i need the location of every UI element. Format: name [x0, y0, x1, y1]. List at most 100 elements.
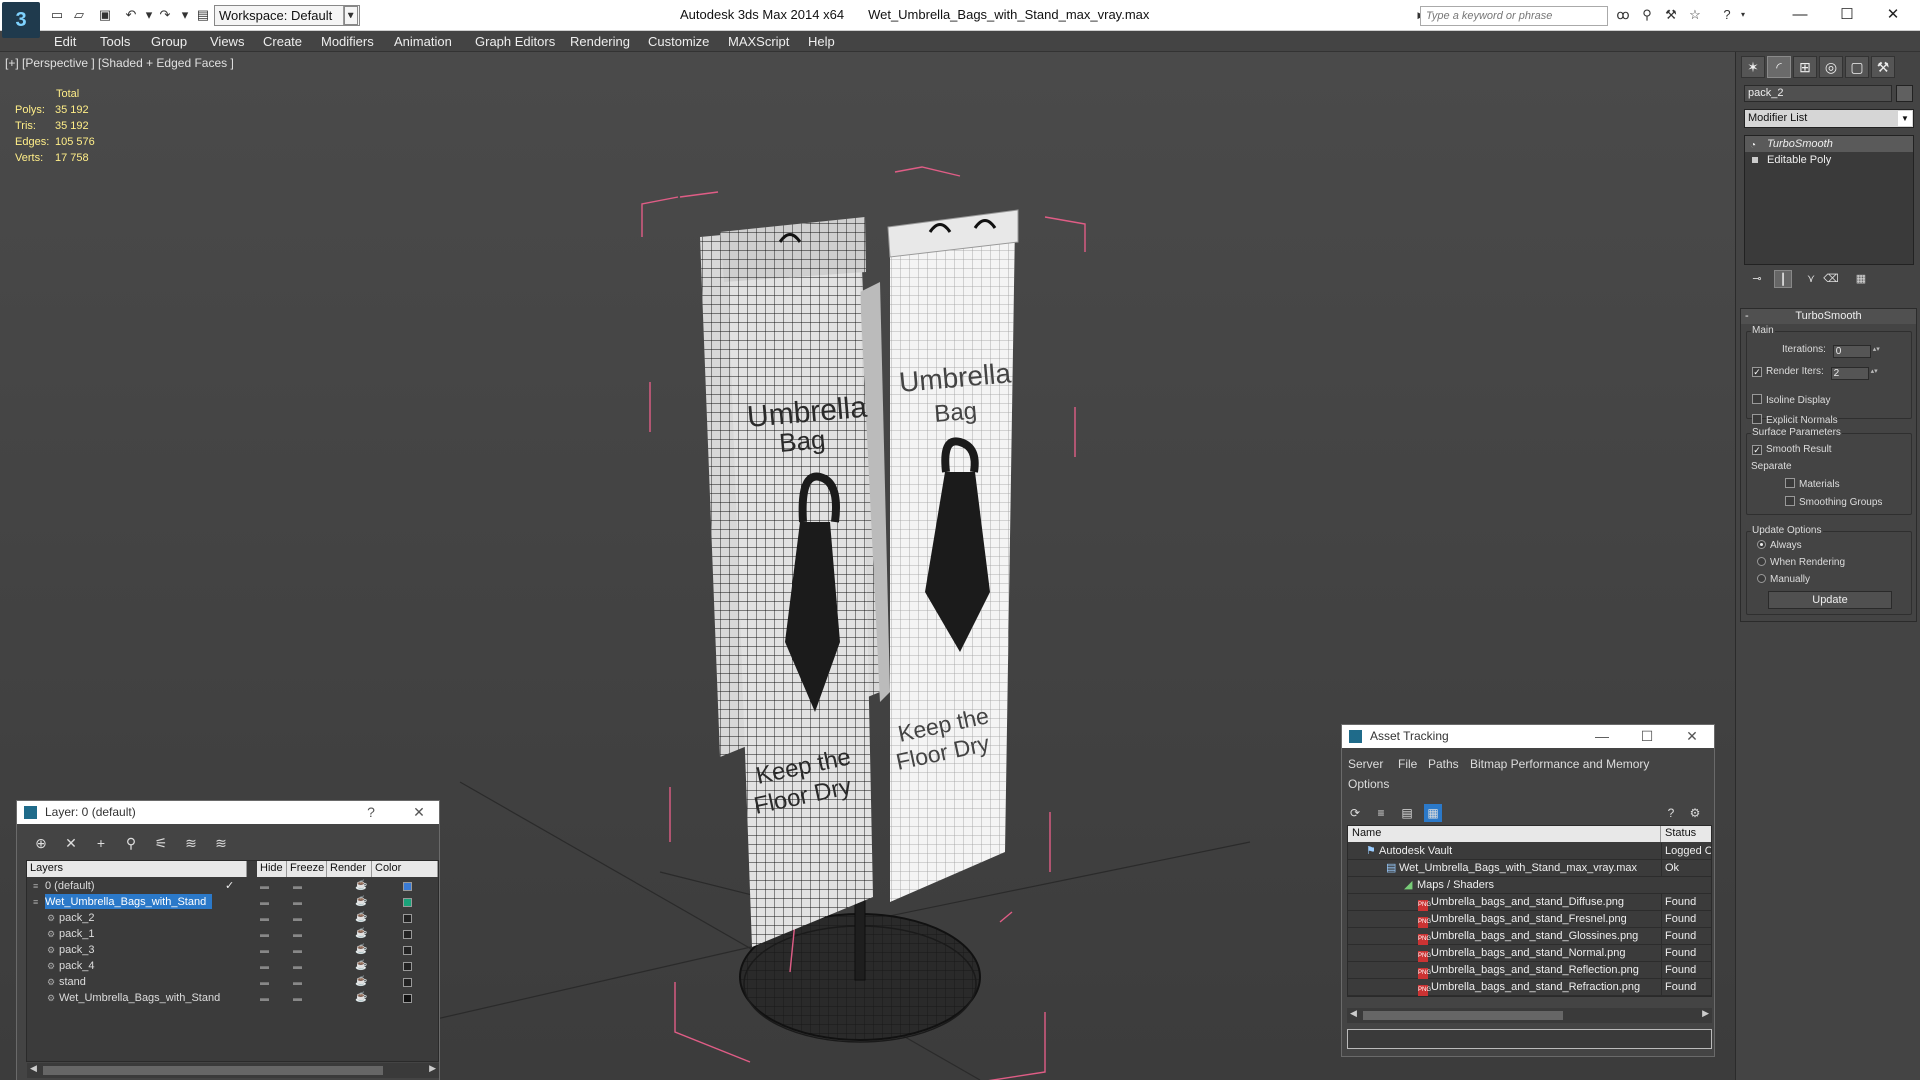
- motion-tab-icon[interactable]: ◎: [1819, 56, 1843, 78]
- settings-icon[interactable]: ⚙: [1686, 804, 1704, 822]
- scroll-left-icon[interactable]: ◀: [1350, 1008, 1357, 1019]
- freeze-toggle[interactable]: ▬: [293, 926, 302, 942]
- create-tab-icon[interactable]: ✶: [1741, 56, 1765, 78]
- isoline-display-checkbox[interactable]: [1752, 394, 1762, 404]
- menu-create[interactable]: Create: [263, 34, 302, 49]
- delete-layer-icon[interactable]: ✕: [61, 834, 81, 852]
- layer-row[interactable]: ⚙ pack_2 ▬ ▬ ☕: [27, 910, 438, 926]
- workspace-menu-icon[interactable]: ▼: [344, 6, 358, 25]
- layer-name[interactable]: pack_2: [59, 910, 100, 925]
- column-header-hide[interactable]: Hide: [257, 861, 287, 877]
- create-layer-icon[interactable]: ⊕: [31, 834, 51, 852]
- hide-toggle[interactable]: ▬: [260, 910, 269, 926]
- redo-dropdown-icon[interactable]: ▾: [176, 7, 194, 23]
- asset-row[interactable]: PNGUmbrella_bags_and_stand_Glossines.png…: [1348, 928, 1711, 945]
- layer-name[interactable]: 0 (default): [45, 878, 101, 893]
- update-manually-row[interactable]: Manually: [1757, 574, 1810, 585]
- column-header-status[interactable]: Status: [1661, 826, 1711, 842]
- freeze-toggle[interactable]: ▬: [293, 974, 302, 990]
- make-unique-icon[interactable]: ⋎: [1802, 270, 1820, 288]
- menu-bitmap-performance[interactable]: Bitmap Performance and Memory: [1470, 757, 1649, 771]
- object-color-swatch[interactable]: [1896, 85, 1913, 102]
- render-teapot-icon[interactable]: ☕: [355, 942, 367, 958]
- render-iters-checkbox[interactable]: ✓: [1752, 367, 1762, 377]
- highlight-selected-icon[interactable]: ⚟: [151, 834, 171, 852]
- active-layer-check[interactable]: ✓: [225, 878, 234, 894]
- scroll-right-icon[interactable]: ▶: [1702, 1008, 1709, 1019]
- project-folder-icon[interactable]: ▤: [194, 7, 212, 23]
- binoculars-icon[interactable]: ꝏ: [1614, 7, 1632, 23]
- menu-maxscript[interactable]: MAXScript: [728, 34, 789, 49]
- minimize-button[interactable]: —: [1785, 4, 1815, 26]
- smoothing-groups-row[interactable]: Smoothing Groups: [1785, 496, 1882, 508]
- freeze-toggle[interactable]: ▬: [293, 878, 302, 894]
- layer-row[interactable]: ⚙ pack_1 ▬ ▬ ☕: [27, 926, 438, 942]
- utilities-tab-icon[interactable]: ⚒: [1871, 56, 1895, 78]
- menu-group[interactable]: Group: [151, 34, 187, 49]
- always-radio[interactable]: [1757, 540, 1766, 549]
- maximize-button[interactable]: ☐: [1635, 725, 1659, 748]
- close-button[interactable]: ✕: [407, 801, 431, 824]
- spinner-arrows-icon[interactable]: ▴▾: [1873, 345, 1880, 353]
- layer-name[interactable]: pack_4: [59, 958, 100, 973]
- scrollbar-thumb[interactable]: [43, 1066, 383, 1075]
- help-button[interactable]: ?: [359, 801, 383, 824]
- layer-row[interactable]: ⚙ pack_3 ▬ ▬ ☕: [27, 942, 438, 958]
- menu-server[interactable]: Server: [1348, 757, 1383, 771]
- save-icon[interactable]: ▣: [96, 7, 114, 23]
- list-view-icon[interactable]: ≡: [1372, 804, 1390, 822]
- asset-row[interactable]: ◢ Maps / Shaders: [1348, 877, 1711, 894]
- hide-all-icon[interactable]: ≋: [181, 834, 201, 852]
- render-teapot-icon[interactable]: ☕: [355, 878, 367, 894]
- 3dsmax-logo-icon[interactable]: 3: [2, 2, 40, 38]
- refresh-icon[interactable]: ⟳: [1346, 804, 1364, 822]
- help-icon[interactable]: ?: [1662, 804, 1680, 822]
- isoline-display-row[interactable]: Isoline Display: [1752, 394, 1830, 406]
- update-button[interactable]: Update: [1768, 591, 1892, 609]
- close-button[interactable]: ✕: [1680, 725, 1704, 748]
- stack-item-turbosmooth[interactable]: ◔ TurboSmooth: [1745, 136, 1913, 152]
- column-header-color[interactable]: Color: [372, 861, 438, 877]
- select-in-layer-icon[interactable]: ⚲: [121, 834, 141, 852]
- layer-color-swatch[interactable]: [403, 914, 412, 923]
- layer-color-swatch[interactable]: [403, 994, 412, 1003]
- menu-paths[interactable]: Paths: [1428, 757, 1459, 771]
- menu-options[interactable]: Options: [1348, 777, 1389, 791]
- layer-name[interactable]: pack_3: [59, 942, 100, 957]
- layer-name[interactable]: pack_1: [59, 926, 100, 941]
- freeze-toggle[interactable]: ▬: [293, 894, 302, 910]
- rollout-title[interactable]: - TurboSmooth: [1741, 309, 1916, 324]
- remove-modifier-icon[interactable]: ⌫: [1822, 270, 1840, 288]
- help-dropdown-icon[interactable]: ▾: [1734, 7, 1752, 23]
- add-to-layer-icon[interactable]: +: [91, 834, 111, 852]
- layer-row[interactable]: ⚙ Wet_Umbrella_Bags_with_Stand ▬ ▬ ☕: [27, 990, 438, 1006]
- asset-row[interactable]: PNGUmbrella_bags_and_stand_Refraction.pn…: [1348, 979, 1711, 996]
- hide-toggle[interactable]: ▬: [260, 926, 269, 942]
- render-teapot-icon[interactable]: ☕: [355, 910, 367, 926]
- freeze-toggle[interactable]: ▬: [293, 958, 302, 974]
- render-teapot-icon[interactable]: ☕: [355, 958, 367, 974]
- smooth-result-checkbox[interactable]: ✓: [1752, 445, 1762, 455]
- menu-graph-editors[interactable]: Graph Editors: [475, 34, 555, 49]
- smoothing-groups-checkbox[interactable]: [1785, 496, 1795, 506]
- spinner-arrows-icon[interactable]: ▴▾: [1871, 367, 1878, 375]
- stack-item-editable-poly[interactable]: Editable Poly: [1745, 152, 1913, 168]
- render-teapot-icon[interactable]: ☕: [355, 990, 367, 1006]
- menu-rendering[interactable]: Rendering: [570, 34, 630, 49]
- undo-icon[interactable]: ↶: [122, 7, 140, 23]
- hide-toggle[interactable]: ▬: [260, 974, 269, 990]
- layer-color-swatch[interactable]: [403, 882, 412, 891]
- materials-checkbox[interactable]: [1785, 478, 1795, 488]
- hide-toggle[interactable]: ▬: [260, 990, 269, 1006]
- layer-dialog-titlebar[interactable]: Layer: 0 (default) ? ✕: [17, 801, 439, 824]
- materials-row[interactable]: Materials: [1785, 478, 1840, 490]
- hierarchy-tab-icon[interactable]: ⊞: [1793, 56, 1817, 78]
- display-tab-icon[interactable]: ▢: [1845, 56, 1869, 78]
- layer-name[interactable]: Wet_Umbrella_Bags_with_Stand: [59, 990, 226, 1005]
- layer-color-swatch[interactable]: [403, 978, 412, 987]
- menu-modifiers[interactable]: Modifiers: [321, 34, 374, 49]
- asset-row[interactable]: ⚑ Autodesk Vault Logged O: [1348, 843, 1711, 860]
- render-teapot-icon[interactable]: ☕: [355, 894, 367, 910]
- layer-color-swatch[interactable]: [403, 946, 412, 955]
- hide-toggle[interactable]: ▬: [260, 894, 269, 910]
